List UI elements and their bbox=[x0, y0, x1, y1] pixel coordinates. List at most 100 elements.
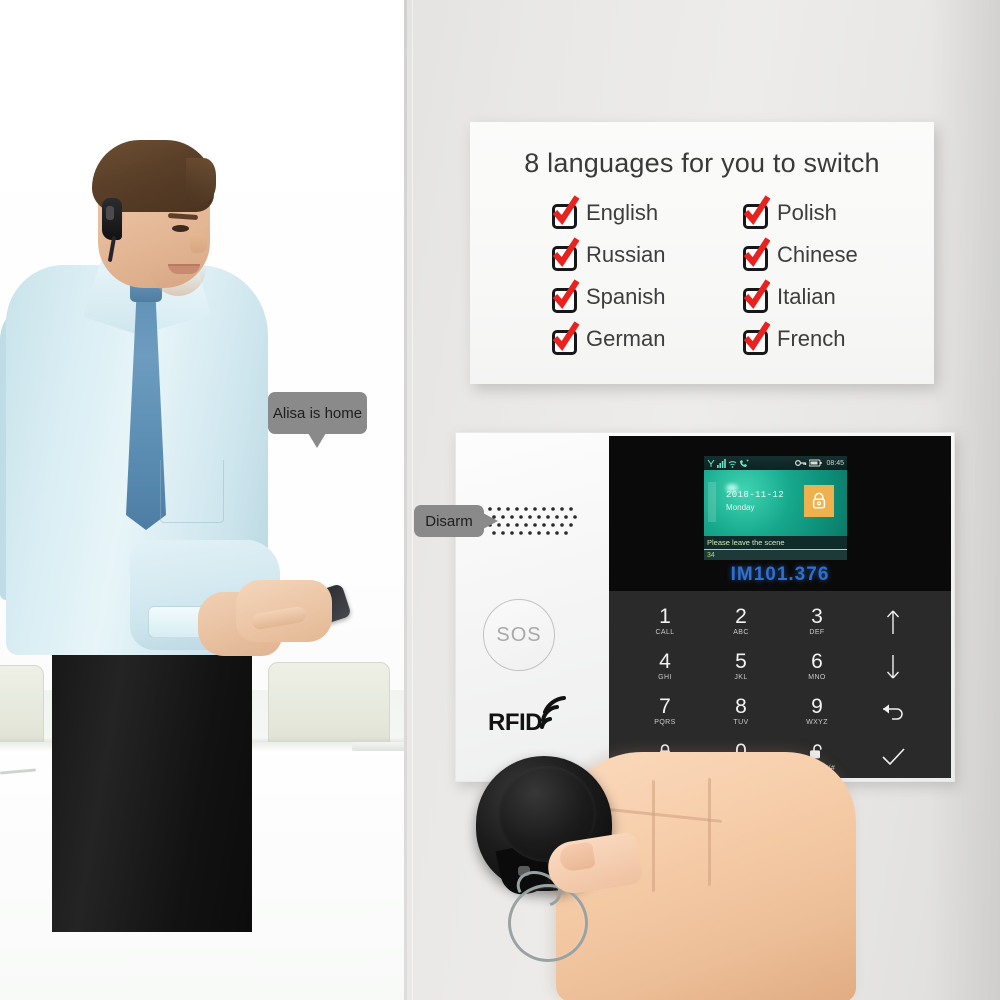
key-9[interactable]: 9 WXYZ bbox=[779, 689, 855, 734]
language-item-italian[interactable]: Italian bbox=[743, 279, 934, 313]
lcd-date: 2018-11-12 bbox=[726, 490, 785, 500]
language-row: German French bbox=[552, 318, 934, 360]
languages-card: 8 languages for you to switch English Po… bbox=[470, 122, 934, 384]
callout-disarm: Disarm bbox=[414, 505, 498, 537]
key-number: 8 bbox=[735, 695, 747, 718]
rfid-label: RFID bbox=[488, 709, 543, 736]
key-number: 2 bbox=[735, 605, 747, 628]
rfid-wave-icon bbox=[540, 696, 566, 729]
lcd-countdown-bar: 34 bbox=[704, 550, 847, 560]
shirt-pocket bbox=[160, 460, 224, 523]
key-up[interactable] bbox=[855, 599, 931, 644]
checkbox-checked-icon[interactable] bbox=[552, 195, 579, 229]
checkbox-checked-icon[interactable] bbox=[552, 321, 579, 355]
checkbox-checked-icon[interactable] bbox=[552, 279, 579, 313]
language-item-german[interactable]: German bbox=[552, 321, 743, 355]
rfid-zone[interactable]: RFID bbox=[488, 695, 572, 737]
hair bbox=[186, 158, 216, 202]
nose bbox=[190, 233, 207, 253]
battery-icon bbox=[809, 459, 823, 467]
panel-left-face: SOS RFID bbox=[456, 433, 609, 781]
trousers bbox=[52, 632, 252, 932]
callout-label: Disarm bbox=[425, 512, 473, 530]
panel-display-face: 08:45 2018-11-12 Monday Please leave the… bbox=[609, 436, 951, 778]
language-item-polish[interactable]: Polish bbox=[743, 195, 934, 229]
lcd-message: Please leave the scene bbox=[707, 538, 785, 547]
language-label: Italian bbox=[777, 284, 836, 309]
laptop bbox=[352, 742, 410, 751]
keypad-row: 7 PQRS 8 TUV 9 WXYZ bbox=[627, 689, 933, 734]
key-number: 1 bbox=[659, 605, 671, 628]
checkbox-checked-icon[interactable] bbox=[552, 237, 579, 271]
checkbox-checked-icon[interactable] bbox=[743, 279, 770, 313]
brand-logo: IM101.376 bbox=[730, 564, 830, 585]
key-number: 4 bbox=[659, 650, 671, 673]
alarm-panel: SOS RFID 08:45 2018-11-12 Monday Please … bbox=[455, 432, 955, 782]
lcd-weekday: Monday bbox=[726, 503, 755, 512]
key-sublabel: PQRS bbox=[654, 719, 676, 726]
armed-state-tile bbox=[804, 485, 834, 517]
arrow-down-icon bbox=[886, 654, 900, 678]
key-1[interactable]: 1 CALL bbox=[627, 599, 703, 644]
key-4[interactable]: 4 GHI bbox=[627, 644, 703, 689]
key-6[interactable]: 6 MNO bbox=[779, 644, 855, 689]
key-sublabel: WXYZ bbox=[806, 719, 828, 726]
key-number: 3 bbox=[811, 605, 823, 628]
sos-button[interactable]: SOS bbox=[483, 599, 555, 671]
language-label: Spanish bbox=[586, 284, 666, 309]
language-item-french[interactable]: French bbox=[743, 321, 934, 355]
key-sublabel: GHI bbox=[658, 674, 672, 681]
lcd-clock: 08:45 bbox=[826, 459, 844, 467]
language-item-russian[interactable]: Russian bbox=[552, 237, 743, 271]
checkbox-checked-icon[interactable] bbox=[743, 195, 770, 229]
lcd-countdown: 34 bbox=[707, 551, 715, 559]
lcd-status-bar: 08:45 bbox=[704, 456, 847, 470]
language-row: Russian Chinese bbox=[552, 234, 934, 276]
languages-grid: English Polish Russian Chinese Spanish I… bbox=[552, 192, 934, 360]
keypad-row: 4 GHI 5 JKL 6 MNO bbox=[627, 644, 933, 689]
language-label: French bbox=[777, 326, 846, 351]
key-back[interactable] bbox=[855, 689, 931, 734]
product-montage: Alisa is home 8 languages for you to swi… bbox=[0, 0, 1000, 1000]
language-item-english[interactable]: English bbox=[552, 195, 743, 229]
language-label: German bbox=[586, 326, 666, 351]
key-7[interactable]: 7 PQRS bbox=[627, 689, 703, 734]
keypad: 1 CALL 2 ABC 3 DEF 4 GHI 5 JKL 6 MNO 7 P… bbox=[609, 591, 951, 778]
key-3[interactable]: 3 DEF bbox=[779, 599, 855, 644]
checkbox-checked-icon[interactable] bbox=[743, 321, 770, 355]
arrow-up-icon bbox=[886, 610, 900, 634]
sos-label: SOS bbox=[496, 623, 542, 646]
key-number: 5 bbox=[735, 650, 747, 673]
lcd-decor-strip bbox=[708, 482, 716, 522]
key-sublabel: JKL bbox=[734, 674, 748, 681]
language-label: English bbox=[586, 200, 659, 225]
key-sublabel: MNO bbox=[808, 674, 826, 681]
checkbox-checked-icon[interactable] bbox=[743, 237, 770, 271]
wifi-icon bbox=[728, 460, 737, 468]
lcd-screen: 08:45 2018-11-12 Monday Please leave the… bbox=[704, 456, 847, 560]
person-illustration bbox=[0, 140, 352, 932]
key-2[interactable]: 2 ABC bbox=[703, 599, 779, 644]
key-5[interactable]: 5 JKL bbox=[703, 644, 779, 689]
key-sublabel: ABC bbox=[733, 629, 749, 636]
signal-icon bbox=[707, 459, 715, 467]
language-label: Polish bbox=[777, 200, 837, 225]
key-8[interactable]: 8 TUV bbox=[703, 689, 779, 734]
wall-seam bbox=[404, 0, 407, 1000]
callout-label: Alisa is home bbox=[272, 404, 363, 422]
key-icon bbox=[795, 460, 807, 466]
key-sublabel: CALL bbox=[655, 629, 675, 636]
key-confirm[interactable] bbox=[855, 734, 931, 779]
key-number: 9 bbox=[811, 695, 823, 718]
key-down[interactable] bbox=[855, 644, 931, 689]
back-arrow-icon bbox=[883, 704, 903, 720]
language-item-spanish[interactable]: Spanish bbox=[552, 279, 743, 313]
key-number: 6 bbox=[811, 650, 823, 673]
wall-seam-highlight bbox=[412, 0, 413, 1000]
language-label: Russian bbox=[586, 242, 666, 267]
callout-alisa-is-home: Alisa is home bbox=[268, 392, 367, 448]
lcd-message-bar: Please leave the scene bbox=[704, 536, 847, 549]
language-item-chinese[interactable]: Chinese bbox=[743, 237, 934, 271]
mouth bbox=[168, 264, 200, 274]
keypad-row: 1 CALL 2 ABC 3 DEF bbox=[627, 599, 933, 644]
